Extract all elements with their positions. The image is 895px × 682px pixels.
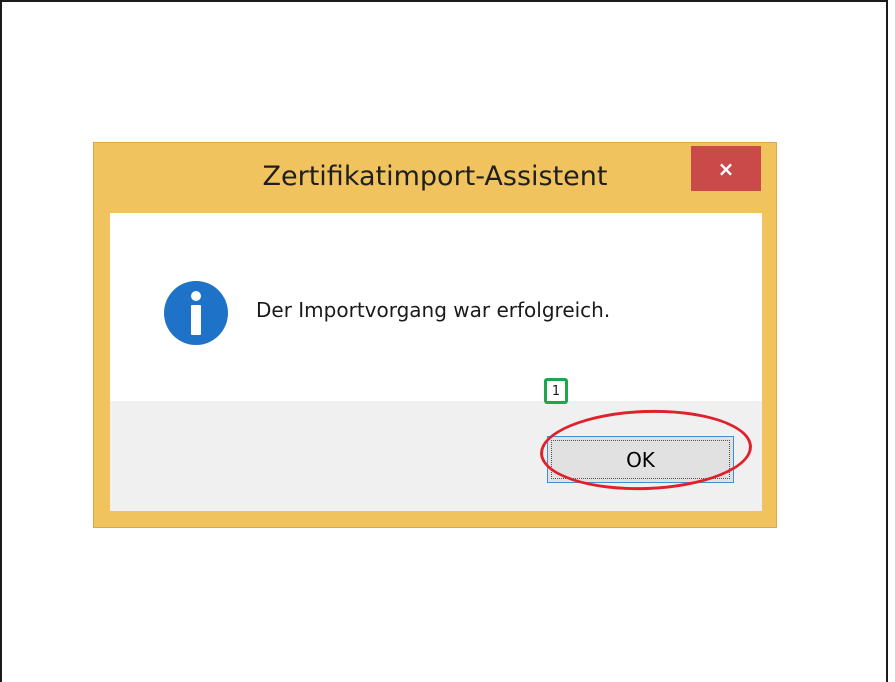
close-icon: × (717, 156, 735, 181)
dialog-titlebar[interactable]: Zertifikatimport-Assistent × (94, 143, 776, 213)
message-area: Der Importvorgang war erfolgreich. (110, 213, 762, 401)
close-button[interactable]: × (691, 146, 761, 191)
step-marker-badge: 1 (544, 378, 568, 404)
dialog-title: Zertifikatimport-Assistent (262, 161, 608, 192)
dialog-message: Der Importvorgang war erfolgreich. (256, 298, 611, 322)
info-icon (164, 281, 228, 345)
